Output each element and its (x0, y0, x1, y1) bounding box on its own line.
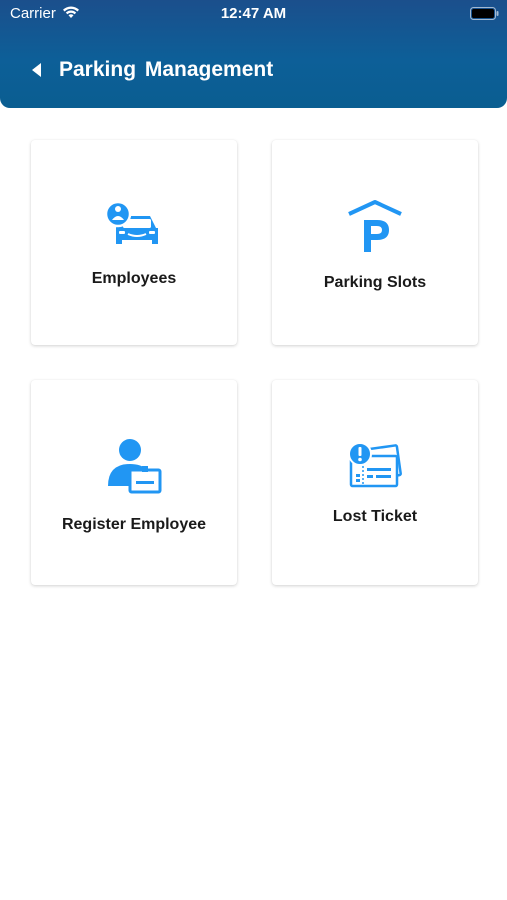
register-employee-card[interactable]: Register Employee (31, 380, 237, 585)
register-employee-label: Register Employee (61, 516, 207, 533)
employees-card[interactable]: Employees (31, 140, 237, 345)
parking-icon (348, 200, 402, 252)
back-icon[interactable] (28, 58, 48, 82)
register-employee-icon (108, 439, 162, 494)
parking-slots-card[interactable]: Parking Slots (272, 140, 478, 345)
status-bar: Carrier 12:47 AM (0, 0, 507, 30)
employee-car-icon (106, 200, 158, 244)
lost-ticket-card[interactable]: Lost Ticket (272, 380, 478, 585)
page-title: Parking Management (59, 58, 274, 81)
status-time: 12:47 AM (220, 5, 287, 22)
parking-slots-label: Parking Slots (323, 274, 427, 291)
app-header: Carrier 12:47 AM Parking Management (0, 0, 507, 108)
employees-label: Employees (91, 270, 177, 287)
lost-ticket-label: Lost Ticket (332, 508, 418, 525)
lost-ticket-icon (348, 442, 402, 488)
battery-icon (470, 7, 499, 20)
